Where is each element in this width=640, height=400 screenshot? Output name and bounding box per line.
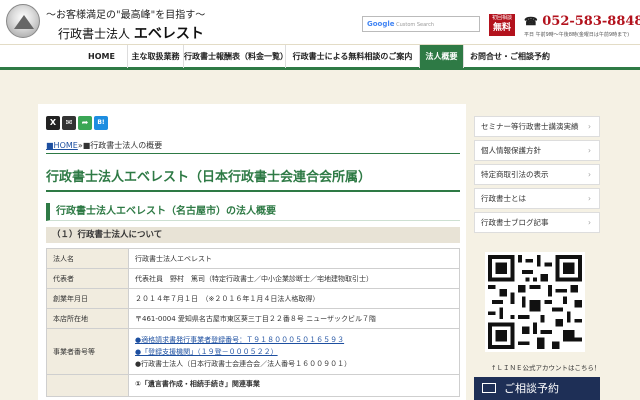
- title-divider: [46, 190, 460, 192]
- sidebar-item-label: 特定商取引法の表示: [481, 170, 549, 179]
- table-value: ①「遺言書作成・相続手続き」関連事業: [128, 374, 460, 397]
- google-logo: Google: [367, 20, 395, 28]
- company-info-table: 法人名 行政書士法人エベレスト 代表者 代表社員 野村 篤司（特定行政書士／中小…: [46, 248, 460, 397]
- mail-share-button[interactable]: ✉: [62, 116, 76, 130]
- invoice-registration-link[interactable]: ●適格請求書発行事業者登録番号：Ｔ９１８０００５０１６５９３: [135, 334, 453, 346]
- table-key: [46, 374, 129, 397]
- hatena-icon: B!: [97, 119, 105, 126]
- free-consultation-badge[interactable]: 初回相談 無料: [489, 14, 515, 36]
- global-nav: HOME 主な取扱業務 行政書士報酬表（料金一覧） 行政書士による無料相談のご案…: [0, 44, 640, 70]
- chevron-right-icon: ›: [588, 218, 591, 227]
- table-row: ①「遺言書作成・相続手続き」関連事業: [46, 374, 460, 397]
- site-tagline: ～お客様満足の"最高峰"を目指す～: [46, 10, 206, 21]
- nav-item-free-consultation[interactable]: 行政書士による無料相談のご案内: [286, 45, 420, 68]
- nav-item-company-profile[interactable]: 法人概要: [420, 45, 464, 68]
- consult-reservation-button[interactable]: ご相談予約: [474, 377, 600, 400]
- search-input[interactable]: Google Custom Search: [362, 16, 480, 32]
- chevron-right-icon: ›: [588, 122, 591, 131]
- corporate-number-text: ●行政書士法人（日本行政書士会連合会／法人番号１６００９０１）: [135, 359, 352, 368]
- sidebar-item-label: 個人情報保護方針: [481, 146, 541, 155]
- phone-text: 052-583-8848: [542, 14, 640, 29]
- share-button[interactable]: ➦: [78, 116, 92, 130]
- site-header: ～お客様満足の"最高峰"を目指す～ 行政書士法人 エベレスト Google Cu…: [0, 0, 640, 44]
- breadcrumb-current: ■行政書士法人の概要: [82, 141, 163, 150]
- mail-icon: ✉: [65, 118, 73, 127]
- breadcrumb: ■HOME»■行政書士法人の概要: [46, 140, 162, 151]
- line-qr-code[interactable]: [485, 252, 585, 352]
- chevron-right-icon: ›: [588, 194, 591, 203]
- chevron-right-icon: ›: [588, 146, 591, 155]
- site-name[interactable]: 行政書士法人 エベレスト: [58, 23, 204, 43]
- share-icon: ➦: [81, 118, 89, 127]
- table-value: 代表社員 野村 篤司（特定行政書士／中小企業診断士／宅地建物取引士）: [128, 268, 460, 289]
- qr-code-icon: [488, 255, 582, 349]
- sidebar-item-seminar[interactable]: セミナー等行政書士講演実績 ›: [474, 116, 600, 137]
- table-key: 創業年月日: [46, 288, 129, 309]
- sidebar-item-about-gyoseishoshi[interactable]: 行政書士とは ›: [474, 188, 600, 209]
- table-row: 事業者番号等 ●適格請求書発行事業者登録番号：Ｔ９１８０００５０１６５９３ ●「…: [46, 328, 460, 375]
- sidebar-item-privacy[interactable]: 個人情報保護方針 ›: [474, 140, 600, 161]
- table-key: 代表者: [46, 268, 129, 289]
- page-title: 行政書士法人エベレスト（日本行政書士会連合会所属）: [46, 170, 372, 185]
- business-hours: 平日 午前9時〜午後8時(金曜日は午前9時まで): [524, 32, 630, 38]
- mountain-logo-icon[interactable]: [6, 4, 40, 38]
- nav-item-contact[interactable]: お問合せ・ご相談予約: [464, 45, 556, 68]
- sidebar-item-label: 行政書士ブログ記事: [481, 218, 549, 227]
- search-placeholder: Custom Search: [396, 22, 435, 28]
- sub-section-title: （１）行政書士法人について: [46, 227, 460, 243]
- table-row: 本店所在地 〒461-0004 愛知県名古屋市東区葵三丁目２２番８号 ニューザッ…: [46, 308, 460, 329]
- business-numbers-cell: ●適格請求書発行事業者登録番号：Ｔ９１８０００５０１６５９３ ●「登録支援機関」…: [128, 328, 460, 375]
- table-value: ２０１４年７月１日 （※２０１６年１月４日法人格取得）: [128, 288, 460, 309]
- table-key: 法人名: [46, 248, 129, 269]
- table-row: 創業年月日 ２０１４年７月１日 （※２０１６年１月４日法人格取得）: [46, 288, 460, 309]
- chevron-right-icon: ›: [588, 170, 591, 179]
- nav-item-home[interactable]: HOME: [76, 45, 128, 68]
- site-name-prefix: 行政書士法人: [58, 27, 131, 41]
- sidebar-item-label: 行政書士とは: [481, 194, 526, 203]
- table-row: 法人名 行政書士法人エベレスト: [46, 248, 460, 269]
- nav-item-services[interactable]: 主な取扱業務: [128, 45, 184, 68]
- site-name-main: エベレスト: [133, 26, 204, 42]
- sidebar-item-commerce-law[interactable]: 特定商取引法の表示 ›: [474, 164, 600, 185]
- phone-number[interactable]: ☎ 052-583-8848: [524, 14, 640, 29]
- support-organization-link[interactable]: ●「登録支援機関」（１９登－０００５２２）: [135, 346, 453, 358]
- phone-icon: ☎: [524, 15, 538, 28]
- hatena-bookmark-button[interactable]: B!: [94, 116, 108, 130]
- free-badge-small-text: 初回相談: [491, 15, 512, 21]
- x-icon: X: [49, 118, 57, 127]
- table-key: 本店所在地: [46, 308, 129, 329]
- table-value: 〒461-0004 愛知県名古屋市東区葵三丁目２２番８号 ニューザックビル７階: [128, 308, 460, 329]
- sidebar-item-blog[interactable]: 行政書士ブログ記事 ›: [474, 212, 600, 233]
- free-badge-big-text: 無料: [492, 23, 511, 33]
- x-share-button[interactable]: X: [46, 116, 60, 130]
- mail-icon: [482, 383, 496, 393]
- sidebar-item-label: セミナー等行政書士講演実績: [481, 122, 579, 131]
- table-value: 行政書士法人エベレスト: [128, 248, 460, 269]
- breadcrumb-home-link[interactable]: ■HOME: [46, 141, 78, 150]
- consult-reservation-label: ご相談予約: [504, 382, 559, 395]
- section-title: 行政書士法人エベレスト（名古屋市）の法人概要: [46, 203, 460, 221]
- table-key: 事業者番号等: [46, 328, 129, 375]
- nav-item-fees[interactable]: 行政書士報酬表（料金一覧）: [184, 45, 288, 68]
- breadcrumb-divider: [46, 153, 460, 154]
- line-account-caption: ↑ＬＩＮＥ公式アカウントはこちら！: [491, 364, 601, 372]
- table-row: 代表者 代表社員 野村 篤司（特定行政書士／中小企業診断士／宅地建物取引士）: [46, 268, 460, 289]
